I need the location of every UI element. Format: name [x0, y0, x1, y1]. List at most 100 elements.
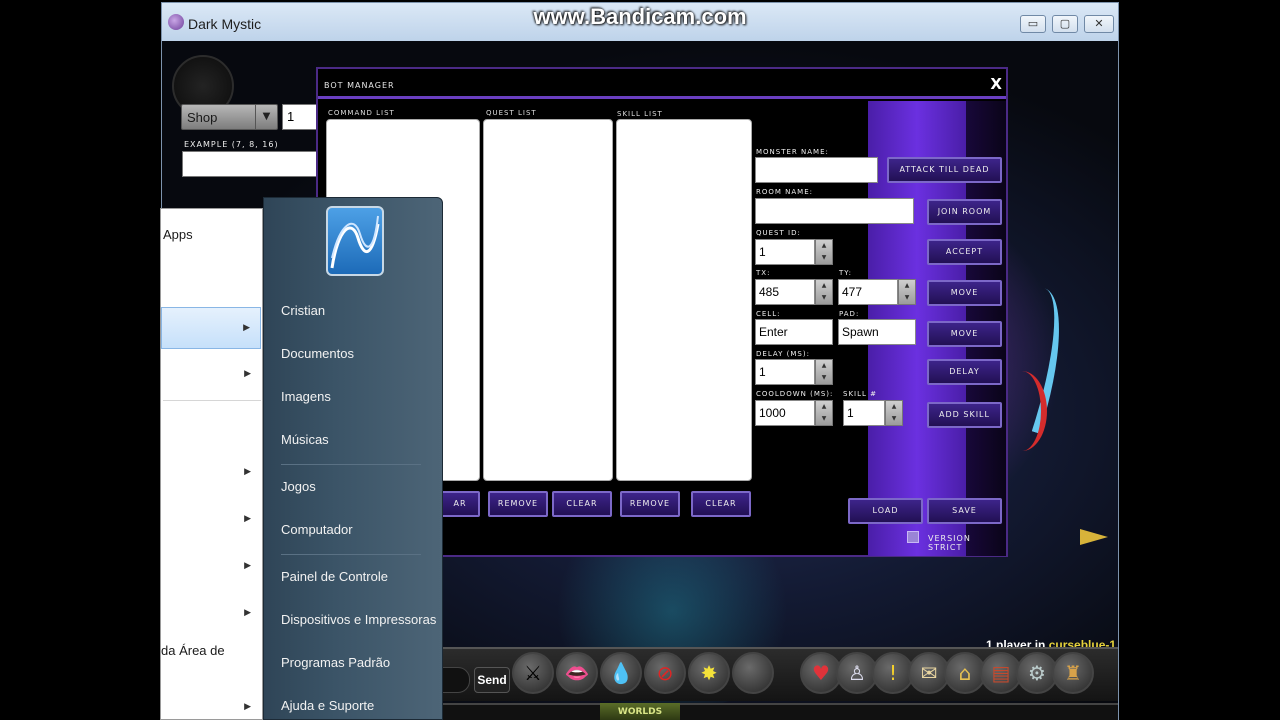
- start-menu-music[interactable]: Músicas: [281, 432, 329, 447]
- load-button[interactable]: LOAD: [848, 498, 923, 524]
- chevron-right-icon: ▶: [244, 701, 251, 711]
- chevron-right-icon: ▶: [244, 466, 251, 476]
- cooldown-input[interactable]: 1000: [755, 400, 815, 426]
- potion-icon[interactable]: 💧: [600, 652, 642, 694]
- monster-name-input[interactable]: [755, 157, 878, 183]
- skill-number-label: SKILL #: [843, 390, 877, 398]
- chevron-right-icon: ▶: [244, 513, 251, 523]
- start-menu-documents[interactable]: Documentos: [281, 346, 354, 361]
- start-menu-pictures[interactable]: Imagens: [281, 389, 331, 404]
- example-input[interactable]: [182, 151, 317, 177]
- skill-remove-button[interactable]: REMOVE: [620, 491, 680, 517]
- chevron-right-icon: ▶: [244, 560, 251, 570]
- chevron-right-icon: ▶: [244, 607, 251, 617]
- bot-manager-title: BOT MANAGER: [324, 81, 395, 90]
- chevron-right-icon: ▶: [244, 368, 251, 378]
- pad-input[interactable]: Spawn: [838, 319, 916, 345]
- action-bar: ⚔ 👄 💧 ⊘ ✸ ♥ ♙ ! ✉ ⌂ ▤ ⚙ ♜: [436, 647, 1118, 701]
- start-menu-item-label: Apps: [163, 227, 193, 242]
- start-menu-item-label: da Área de: [161, 643, 225, 658]
- room-name-input[interactable]: [755, 198, 914, 224]
- quest-id-label: QUEST ID:: [756, 229, 801, 237]
- start-menu-item-submenu[interactable]: ▶: [161, 593, 261, 635]
- tx-stepper[interactable]: ▲ ▼: [815, 279, 833, 305]
- skill-list-label: SKILL LIST: [617, 110, 663, 118]
- quest-id-input[interactable]: 1: [755, 239, 815, 265]
- cooldown-label: COOLDOWN (MS):: [756, 390, 834, 398]
- quest-list[interactable]: [483, 119, 613, 481]
- shop-label: Shop: [187, 110, 218, 125]
- start-menu-user[interactable]: Cristian: [281, 303, 325, 318]
- empty-slot-icon[interactable]: [732, 652, 774, 694]
- start-menu-computer[interactable]: Computador: [281, 522, 353, 537]
- attack-till-dead-button[interactable]: ATTACK TILL DEAD: [887, 157, 1002, 183]
- burst-icon[interactable]: ✸: [688, 652, 730, 694]
- ty-stepper[interactable]: ▲ ▼: [898, 279, 916, 305]
- quantity-input[interactable]: 1: [282, 104, 317, 130]
- bandicam-watermark: www.Bandicam.com: [533, 4, 747, 29]
- start-menu-item-desktop[interactable]: da Área de: [161, 635, 261, 677]
- start-menu-item-submenu[interactable]: ▶: [161, 546, 261, 588]
- arrow-right-icon[interactable]: [1080, 529, 1108, 545]
- start-menu-divider: [163, 400, 261, 401]
- user-avatar[interactable]: [326, 206, 384, 276]
- version-strict-checkbox[interactable]: [907, 531, 919, 543]
- ty-input[interactable]: 477: [838, 279, 898, 305]
- worlds-logo: WORLDS: [600, 703, 680, 720]
- delay-button[interactable]: DELAY: [927, 359, 1002, 385]
- start-menu-item-submenu[interactable]: ▶: [161, 452, 261, 494]
- save-button[interactable]: SAVE: [927, 498, 1002, 524]
- skill-number-input[interactable]: 1: [843, 400, 885, 426]
- example-label: EXAMPLE (7, 8, 16): [184, 140, 279, 149]
- ty-label: TY:: [839, 269, 852, 277]
- add-skill-button[interactable]: ADD SKILL: [927, 402, 1002, 428]
- skill-list[interactable]: [616, 119, 752, 481]
- join-room-button[interactable]: JOIN ROOM: [927, 199, 1002, 225]
- shop-dropdown[interactable]: Shop ▼: [181, 104, 278, 130]
- command-list-label: COMMAND LIST: [328, 109, 395, 117]
- room-name-label: ROOM NAME:: [756, 188, 813, 196]
- quest-clear-button[interactable]: CLEAR: [552, 491, 612, 517]
- quest-remove-button[interactable]: REMOVE: [488, 491, 548, 517]
- swords-icon[interactable]: ⚔: [512, 652, 554, 694]
- skill-number-stepper[interactable]: ▲ ▼: [885, 400, 903, 426]
- move-button[interactable]: MOVE: [927, 280, 1002, 306]
- start-menu-divider: [281, 554, 421, 555]
- start-menu-item-submenu[interactable]: ▶: [161, 354, 261, 396]
- start-menu-devices-printers[interactable]: Dispositivos e Impressoras: [281, 612, 436, 627]
- version-strict-label: VERSION STRICT: [928, 534, 971, 552]
- delay-input[interactable]: 1: [755, 359, 815, 385]
- start-menu-games[interactable]: Jogos: [281, 479, 316, 494]
- bag-icon[interactable]: ♜: [1052, 652, 1094, 694]
- tx-label: TX:: [756, 269, 771, 277]
- accept-button[interactable]: ACCEPT: [927, 239, 1002, 265]
- start-menu-help-support[interactable]: Ajuda e Suporte: [281, 698, 374, 713]
- send-button[interactable]: Send: [474, 667, 510, 693]
- start-menu-item-submenu[interactable]: ▶: [161, 499, 261, 541]
- skill-clear-button[interactable]: CLEAR: [691, 491, 751, 517]
- delay-stepper[interactable]: ▲ ▼: [815, 359, 833, 385]
- command-clear-button[interactable]: AR: [440, 491, 480, 517]
- screen: www.Bandicam.com Dark Mystic ▭ ▢ ✕ Shop …: [0, 0, 1280, 720]
- roller-coaster-icon: [330, 215, 380, 269]
- cell-input[interactable]: Enter: [755, 319, 833, 345]
- bot-manager-close[interactable]: X: [990, 75, 1002, 93]
- chevron-right-icon: ▶: [243, 322, 250, 332]
- start-menu-item-submenu[interactable]: ▶: [161, 687, 261, 720]
- cell-label: CELL:: [756, 310, 781, 318]
- xp-bar: [436, 703, 1118, 720]
- start-menu-left-panel: Apps ▶ ▶ ▶ ▶ ▶ ▶ da Área de ▶: [160, 208, 263, 720]
- chevron-down-icon[interactable]: ▼: [255, 105, 277, 129]
- quest-id-stepper[interactable]: ▲ ▼: [815, 239, 833, 265]
- no-icon[interactable]: ⊘: [644, 652, 686, 694]
- move-cell-button[interactable]: MOVE: [927, 321, 1002, 347]
- pad-label: PAD:: [839, 310, 860, 318]
- start-menu-control-panel[interactable]: Painel de Controle: [281, 569, 388, 584]
- start-menu-item-apps[interactable]: Apps: [161, 219, 261, 261]
- start-menu-default-programs[interactable]: Programas Padrão: [281, 655, 390, 670]
- cooldown-stepper[interactable]: ▲ ▼: [815, 400, 833, 426]
- start-menu-item-highlighted[interactable]: ▶: [161, 307, 261, 349]
- lips-icon[interactable]: 👄: [556, 652, 598, 694]
- bot-manager-header[interactable]: BOT MANAGER X: [318, 69, 1006, 99]
- tx-input[interactable]: 485: [755, 279, 815, 305]
